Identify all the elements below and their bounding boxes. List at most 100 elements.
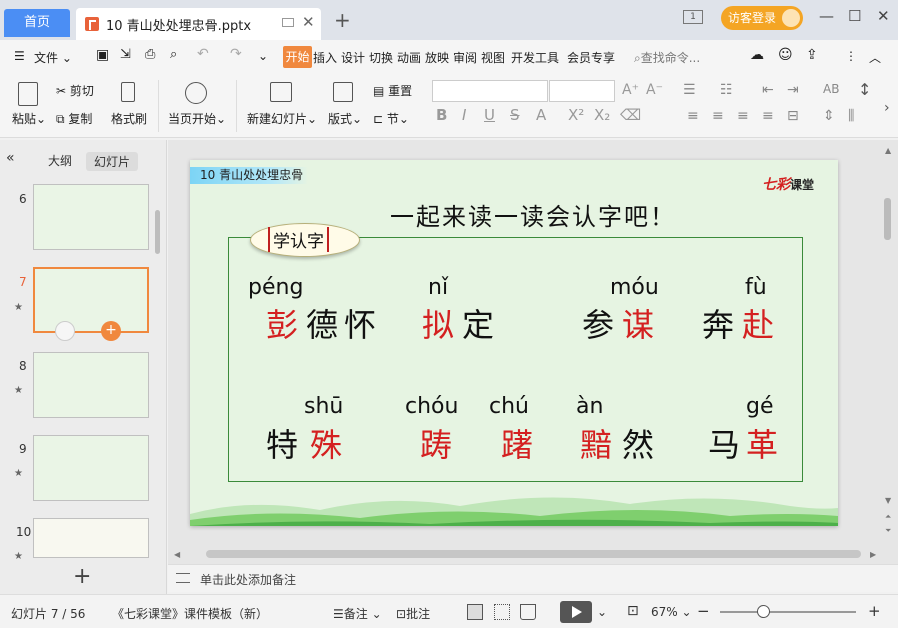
font-color-icon[interactable]: A: [536, 106, 546, 124]
panel-scrollbar[interactable]: [155, 210, 160, 254]
notes-toggle-button[interactable]: ☰备注 ⌄: [333, 605, 382, 622]
justify-icon[interactable]: ≡: [762, 108, 774, 124]
command-search[interactable]: ⌕查找命令...: [634, 49, 700, 66]
menu-tab-animation[interactable]: 动画: [397, 49, 421, 66]
menu-tab-transition[interactable]: 切换: [369, 49, 393, 66]
close-tab-icon[interactable]: ✕: [302, 13, 315, 31]
tab-slides[interactable]: 幻灯片: [86, 152, 139, 171]
file-menu[interactable]: 文件 ⌄: [34, 49, 72, 66]
notes-area[interactable]: 单击此处添加备注: [168, 564, 898, 592]
next-slide-icon[interactable]: ⏷: [885, 526, 891, 536]
scroll-down-icon[interactable]: ▼: [885, 496, 891, 505]
bullet-list-icon[interactable]: ☰: [683, 82, 696, 98]
visitor-login-button[interactable]: 访客登录: [721, 6, 803, 30]
menu-tab-start[interactable]: 开始: [283, 46, 312, 68]
home-tab[interactable]: 首页: [4, 9, 70, 37]
play-circle-icon[interactable]: [185, 82, 207, 104]
thumbnail-play-icon[interactable]: [55, 321, 75, 341]
share-icon[interactable]: ⇪: [806, 47, 818, 63]
slide-thumbnail-8[interactable]: [33, 352, 149, 418]
format-painter-icon[interactable]: [121, 82, 135, 102]
slideshow-play-button[interactable]: [560, 601, 592, 623]
horizontal-scrollbar[interactable]: [206, 550, 861, 558]
clear-format-icon[interactable]: ⌫: [620, 106, 641, 124]
font-size-select[interactable]: [549, 80, 615, 102]
save-icon[interactable]: ▣: [96, 47, 109, 63]
align-right-icon[interactable]: ≡: [737, 108, 749, 124]
new-slide-button[interactable]: 新建幻灯片⌄: [247, 110, 317, 127]
slide-thumbnail-6[interactable]: [33, 184, 149, 250]
italic-icon[interactable]: I: [462, 106, 466, 124]
print-icon[interactable]: ⎙: [145, 47, 155, 62]
fit-window-icon[interactable]: ⊡: [627, 603, 639, 619]
zoom-slider-knob[interactable]: [757, 605, 770, 618]
menu-tab-view[interactable]: 视图: [481, 49, 505, 66]
close-window-icon[interactable]: ✕: [877, 7, 890, 25]
maximize-icon[interactable]: ☐: [848, 7, 861, 25]
superscript-icon[interactable]: X²: [568, 106, 584, 124]
subscript-icon[interactable]: X₂: [594, 106, 610, 124]
play-from-current-button[interactable]: 当页开始⌄: [168, 110, 226, 127]
redo-icon[interactable]: ↷: [230, 46, 242, 62]
menu-tab-insert[interactable]: 插入: [313, 49, 337, 66]
scroll-right-icon[interactable]: ▶: [870, 550, 876, 559]
new-slide-icon[interactable]: [270, 82, 292, 102]
ribbon-scroll-right-icon[interactable]: ›: [884, 100, 890, 116]
copy-button[interactable]: ⧉ 复制: [56, 110, 92, 127]
share-user-icon[interactable]: ☺: [778, 47, 793, 63]
paragraph-spacing-icon[interactable]: ⇕: [823, 108, 835, 124]
collapse-ribbon-icon[interactable]: ︿: [869, 49, 881, 66]
columns-icon[interactable]: ⫼: [848, 108, 854, 124]
hamburger-menu-icon[interactable]: ☰: [14, 49, 25, 63]
document-tab[interactable]: 10 青山处处埋忠骨.pptx ✕: [76, 8, 321, 40]
comment-button[interactable]: ⊡批注: [396, 605, 430, 622]
slideshow-options-icon[interactable]: ⌄: [597, 605, 607, 619]
align-center-icon[interactable]: ≡: [712, 108, 724, 124]
normal-view-icon[interactable]: [467, 604, 483, 620]
cut-button[interactable]: ✂ 剪切: [56, 82, 94, 99]
menu-tab-developer[interactable]: 开发工具: [511, 49, 559, 66]
vertical-scrollbar[interactable]: [884, 198, 891, 240]
thumbnail-add-icon[interactable]: +: [101, 321, 121, 341]
reset-button[interactable]: ▤ 重置: [373, 82, 412, 99]
slide-thumbnail-10[interactable]: [33, 518, 149, 558]
align-left-icon[interactable]: ≡: [687, 108, 699, 124]
zoom-in-icon[interactable]: +: [868, 602, 881, 620]
monitor-icon[interactable]: [282, 18, 294, 27]
minimize-icon[interactable]: —: [819, 7, 834, 25]
cloud-icon[interactable]: ☁: [750, 47, 764, 63]
scroll-up-icon[interactable]: ▲: [885, 146, 891, 155]
distribute-icon[interactable]: ⊟: [787, 108, 799, 124]
more-menu-icon[interactable]: ⋮: [845, 49, 857, 63]
reading-view-icon[interactable]: [520, 604, 536, 620]
more-quick-icon[interactable]: ⌄: [258, 49, 268, 63]
zoom-out-icon[interactable]: −: [697, 602, 710, 620]
preview-icon[interactable]: ⌕: [170, 47, 177, 62]
numbered-list-icon[interactable]: ☷: [720, 82, 733, 98]
increase-indent-icon[interactable]: ⇥: [787, 82, 799, 98]
decrease-font-icon[interactable]: A⁻: [646, 82, 663, 98]
paste-icon[interactable]: [18, 82, 38, 106]
prev-slide-icon[interactable]: ⏶: [885, 512, 891, 522]
line-spacing-icon[interactable]: ↕: [858, 80, 871, 99]
current-slide[interactable]: 10 青山处处埋忠骨 七彩课堂 一起来读一读会认字吧！ 学认字 péng 彭 德…: [190, 160, 838, 526]
collapse-panel-icon[interactable]: «: [6, 150, 15, 166]
new-tab-button[interactable]: +: [334, 8, 351, 32]
scroll-left-icon[interactable]: ◀: [174, 550, 180, 559]
section-button[interactable]: ⊏ 节⌄: [373, 110, 409, 127]
grid-view-icon[interactable]: [494, 604, 510, 620]
layout-button[interactable]: 版式⌄: [328, 110, 362, 127]
layout-icon[interactable]: [333, 82, 353, 102]
menu-tab-member[interactable]: 会员专享: [567, 49, 615, 66]
format-painter-button[interactable]: 格式刷: [111, 110, 147, 127]
menu-tab-review[interactable]: 审阅: [453, 49, 477, 66]
slide-thumbnail-7[interactable]: +: [33, 267, 149, 341]
font-name-select[interactable]: [432, 80, 548, 102]
workspace-badge[interactable]: 1: [683, 10, 703, 24]
add-slide-icon[interactable]: +: [73, 564, 91, 589]
underline-icon[interactable]: U: [484, 106, 495, 124]
slide-thumbnail-9[interactable]: [33, 435, 149, 501]
strikethrough-icon[interactable]: S: [510, 106, 520, 124]
zoom-level[interactable]: 67% ⌄: [651, 605, 692, 619]
zoom-slider-track[interactable]: [720, 611, 856, 613]
